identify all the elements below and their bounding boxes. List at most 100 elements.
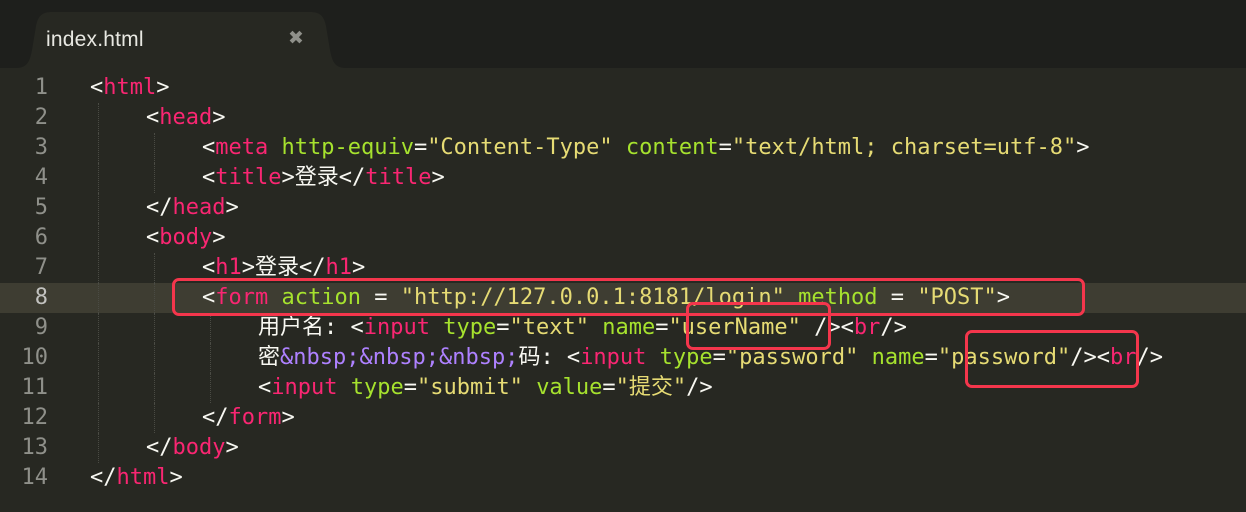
code-text: </ [146, 195, 173, 220]
tab-bar: index.html ✖ [0, 0, 1246, 68]
attribute-name: content [625, 135, 719, 160]
indent-guide [98, 283, 99, 313]
tag-name: input [271, 375, 338, 400]
code-text: /> [880, 315, 907, 340]
code-line[interactable]: 14 </html> [0, 463, 1246, 493]
code-text: = [924, 345, 938, 370]
string-value: "password" [937, 345, 1071, 370]
line-number: 12 [21, 405, 49, 430]
code-text: > [431, 165, 445, 190]
attribute-name: http-equiv [281, 135, 414, 160]
indent-guide [210, 343, 211, 373]
indent-guide [154, 283, 155, 313]
tag-name: head [172, 195, 226, 220]
code-text: < [202, 135, 216, 160]
code-text: 码: < [518, 345, 581, 370]
string-value: "提交" [615, 375, 687, 400]
code-line[interactable]: 1 <html> [0, 73, 1246, 103]
indent-guide [98, 103, 99, 133]
indent-guide [154, 133, 155, 163]
attribute-name: value [536, 375, 603, 400]
tag-name: h1 [325, 255, 353, 280]
code-line[interactable]: 13 </body> [0, 433, 1246, 463]
code-text: = [360, 285, 401, 310]
code-text: > [225, 435, 239, 460]
indent-guide [98, 433, 99, 463]
tag-name: html [103, 75, 157, 100]
code-text: >登录</ [281, 165, 366, 190]
tag-name: title [365, 165, 432, 190]
code-line[interactable]: 3 <meta http-equiv="Content-Type" content… [0, 133, 1246, 163]
tag-name: body [159, 225, 213, 250]
close-icon[interactable]: ✖ [287, 26, 305, 50]
code-text: > [169, 465, 183, 490]
code-text: < [146, 105, 160, 130]
string-value: "http://127.0.0.1:8181/login" [400, 285, 785, 310]
code-line[interactable]: 4 <title>登录</title> [0, 163, 1246, 193]
line-number: 2 [34, 105, 48, 130]
tag-name: form [228, 405, 282, 430]
code-text: = [877, 285, 918, 310]
code-text: = [496, 315, 510, 340]
code-text: < [202, 285, 216, 310]
line-number: 7 [34, 255, 48, 280]
code-line[interactable]: 2 <head> [0, 103, 1246, 133]
code-editor[interactable]: 1 <html> 2 <head> 3 <meta http-equiv="Content… [0, 68, 1246, 512]
tag-name: input [363, 315, 430, 340]
code-content: </form> [202, 403, 295, 433]
code-text: 密 [258, 345, 281, 370]
code-text: > [212, 225, 226, 250]
indent-guide [98, 403, 99, 433]
code-text: < [202, 255, 216, 280]
indent-guide [154, 253, 155, 283]
tag-name: title [215, 165, 282, 190]
code-line[interactable]: 8 <form action = "http://127.0.0.1:8181/l… [0, 283, 1246, 313]
code-content: 用户名: <input type="text" name="userName" … [258, 313, 907, 343]
code-line[interactable]: 12 </form> [0, 403, 1246, 433]
indent-guide [98, 163, 99, 193]
code-content: <html> [90, 73, 169, 103]
string-value: "password" [725, 345, 859, 370]
indent-guide [210, 313, 211, 343]
indent-guide [98, 373, 99, 403]
code-text: < [146, 225, 160, 250]
tab-index-html[interactable]: index.html ✖ [16, 12, 346, 68]
string-value: "submit" [416, 375, 523, 400]
code-text: />< [800, 315, 854, 340]
code-text: > [352, 255, 366, 280]
line-number: 3 [34, 135, 48, 160]
code-text: > [1076, 135, 1090, 160]
code-text: = [712, 345, 726, 370]
code-text: /> [1136, 345, 1164, 370]
code-line[interactable]: 5 </head> [0, 193, 1246, 223]
code-line[interactable]: 11 <input type="submit" value="提交"/> [0, 373, 1246, 403]
indent-guide [154, 403, 155, 433]
code-content: <head> [146, 103, 225, 133]
code-text: </ [90, 465, 117, 490]
attribute-name: action [281, 285, 361, 310]
attribute-name: type [659, 345, 713, 370]
line-number: 13 [21, 435, 49, 460]
code-content: <body> [146, 223, 225, 253]
code-line[interactable]: 7 <h1>登录</h1> [0, 253, 1246, 283]
attribute-name: method [798, 285, 878, 310]
line-number: 1 [34, 75, 48, 100]
line-number: 9 [34, 315, 48, 340]
tag-name: h1 [215, 255, 242, 280]
tag-name: br [853, 315, 881, 340]
code-line[interactable]: 9 用户名: <input type="text" name="userName"… [0, 313, 1246, 343]
attribute-name: name [602, 315, 656, 340]
code-line[interactable]: 10 密&nbsp;&nbsp;&nbsp;码: <input type="pas… [0, 343, 1246, 373]
string-value: "text" [509, 315, 589, 340]
indent-guide [98, 313, 99, 343]
code-text: </ [146, 435, 173, 460]
code-line[interactable]: 6 <body> [0, 223, 1246, 253]
code-text: = [403, 375, 417, 400]
